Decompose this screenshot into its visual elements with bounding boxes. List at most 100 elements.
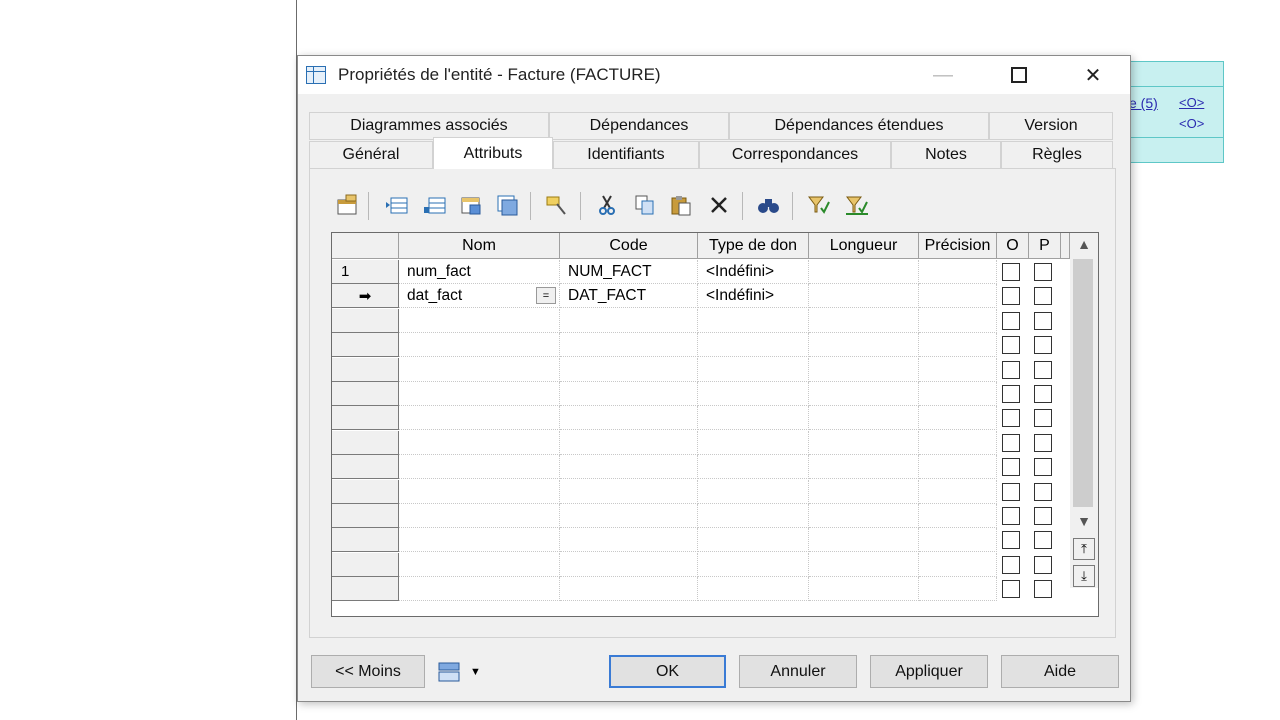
add-row-icon[interactable] — [422, 192, 448, 218]
cell-nom[interactable] — [399, 333, 560, 358]
cell-type[interactable] — [698, 504, 809, 528]
cell-precision[interactable] — [919, 479, 997, 504]
cell-nom[interactable] — [399, 382, 560, 406]
tab-general[interactable]: Général — [309, 141, 433, 169]
cell-code[interactable] — [560, 577, 698, 602]
obligatoire-checkbox[interactable] — [1002, 580, 1020, 599]
scroll-top-icon[interactable]: ⤒ — [1073, 538, 1095, 560]
minimize-button[interactable]: — — [920, 56, 966, 94]
primary-checkbox[interactable] — [1034, 482, 1052, 501]
cell-type[interactable] — [698, 455, 809, 480]
row-header[interactable] — [332, 577, 399, 602]
cell-type[interactable] — [698, 552, 809, 577]
cell-longueur[interactable] — [809, 577, 919, 602]
tab-attributs[interactable]: Attributs — [433, 137, 553, 169]
row-header[interactable] — [332, 430, 399, 455]
column-header-precision[interactable]: Précision — [919, 233, 997, 259]
primary-checkbox[interactable] — [1034, 458, 1052, 477]
primary-checkbox[interactable] — [1034, 433, 1052, 452]
cell-nom[interactable]: num_fact — [399, 260, 560, 284]
cell-code[interactable] — [560, 406, 698, 431]
aide-button[interactable]: Aide — [1001, 655, 1119, 688]
tab-dependances[interactable]: Dépendances — [549, 112, 729, 140]
row-header[interactable] — [332, 357, 399, 382]
copy-icon[interactable] — [632, 192, 658, 218]
cell-nom[interactable] — [399, 308, 560, 333]
annuler-button[interactable]: Annuler — [739, 655, 857, 688]
cell-longueur[interactable] — [809, 455, 919, 480]
cell-precision[interactable] — [919, 357, 997, 382]
row-header[interactable] — [332, 382, 399, 406]
cell-nom[interactable] — [399, 430, 560, 455]
cell-nom[interactable]: dat_fact = — [399, 284, 560, 309]
cell-longueur[interactable] — [809, 382, 919, 406]
cell-precision[interactable] — [919, 260, 997, 284]
cell-code[interactable] — [560, 333, 698, 358]
cell-code[interactable] — [560, 455, 698, 480]
cell-precision[interactable] — [919, 284, 997, 309]
row-header[interactable] — [332, 308, 399, 333]
cell-type[interactable] — [698, 357, 809, 382]
cell-code[interactable] — [560, 479, 698, 504]
scroll-up-icon[interactable]: ▲ — [1070, 236, 1098, 252]
cell-code[interactable] — [560, 504, 698, 528]
row-header[interactable]: 1 — [332, 260, 399, 284]
cell-nom[interactable] — [399, 577, 560, 602]
cell-precision[interactable] — [919, 552, 997, 577]
cell-type[interactable]: <Indéfini> — [698, 284, 809, 309]
maximize-button[interactable] — [996, 56, 1042, 94]
cell-precision[interactable] — [919, 577, 997, 602]
cell-type[interactable] — [698, 528, 809, 553]
primary-checkbox[interactable] — [1034, 507, 1052, 525]
paste-icon[interactable] — [668, 192, 694, 218]
filter-icon[interactable] — [806, 192, 832, 218]
obligatoire-checkbox[interactable] — [1002, 311, 1020, 330]
moins-button[interactable]: << Moins — [311, 655, 425, 688]
cell-precision[interactable] — [919, 308, 997, 333]
reuse-attributes-icon[interactable] — [494, 192, 520, 218]
cell-type[interactable] — [698, 430, 809, 455]
primary-checkbox[interactable] — [1034, 531, 1052, 550]
cell-precision[interactable] — [919, 333, 997, 358]
add-attributes-icon[interactable] — [458, 192, 484, 218]
tab-notes[interactable]: Notes — [891, 141, 1001, 169]
cell-type[interactable] — [698, 406, 809, 431]
cell-precision[interactable] — [919, 430, 997, 455]
grid-corner[interactable] — [332, 233, 399, 259]
scroll-down-icon[interactable]: ▼ — [1070, 513, 1098, 529]
row-header[interactable] — [332, 455, 399, 480]
tab-regles[interactable]: Règles — [1001, 141, 1113, 169]
cell-type[interactable] — [698, 479, 809, 504]
obligatoire-checkbox[interactable] — [1002, 336, 1020, 355]
cell-longueur[interactable] — [809, 528, 919, 553]
scroll-bottom-icon[interactable]: ⤓ — [1073, 565, 1095, 587]
find-in-list-icon[interactable] — [756, 192, 782, 218]
cell-longueur[interactable] — [809, 430, 919, 455]
primary-checkbox[interactable] — [1034, 385, 1052, 403]
column-header-type[interactable]: Type de don — [698, 233, 809, 259]
cell-longueur[interactable] — [809, 308, 919, 333]
cell-code[interactable] — [560, 528, 698, 553]
primary-checkbox[interactable] — [1034, 555, 1052, 574]
tab-dependances-etendues[interactable]: Dépendances étendues — [729, 112, 989, 140]
obligatoire-checkbox[interactable] — [1002, 531, 1020, 550]
primary-checkbox[interactable] — [1034, 360, 1052, 379]
cell-longueur[interactable] — [809, 284, 919, 309]
primary-checkbox[interactable] — [1034, 580, 1052, 599]
column-header-nom[interactable]: Nom — [399, 233, 560, 259]
cell-longueur[interactable] — [809, 260, 919, 284]
cell-nom[interactable] — [399, 528, 560, 553]
cell-nom[interactable] — [399, 455, 560, 480]
cell-precision[interactable] — [919, 382, 997, 406]
cut-icon[interactable] — [594, 192, 620, 218]
obligatoire-checkbox[interactable] — [1002, 433, 1020, 452]
close-button[interactable]: ✕ — [1070, 56, 1116, 94]
cell-longueur[interactable] — [809, 406, 919, 431]
ok-button[interactable]: OK — [609, 655, 726, 688]
obligatoire-checkbox[interactable] — [1002, 360, 1020, 379]
obligatoire-checkbox[interactable] — [1002, 385, 1020, 403]
appliquer-button[interactable]: Appliquer — [870, 655, 988, 688]
tab-correspondances[interactable]: Correspondances — [699, 141, 891, 169]
cell-longueur[interactable] — [809, 552, 919, 577]
row-header[interactable] — [332, 479, 399, 504]
